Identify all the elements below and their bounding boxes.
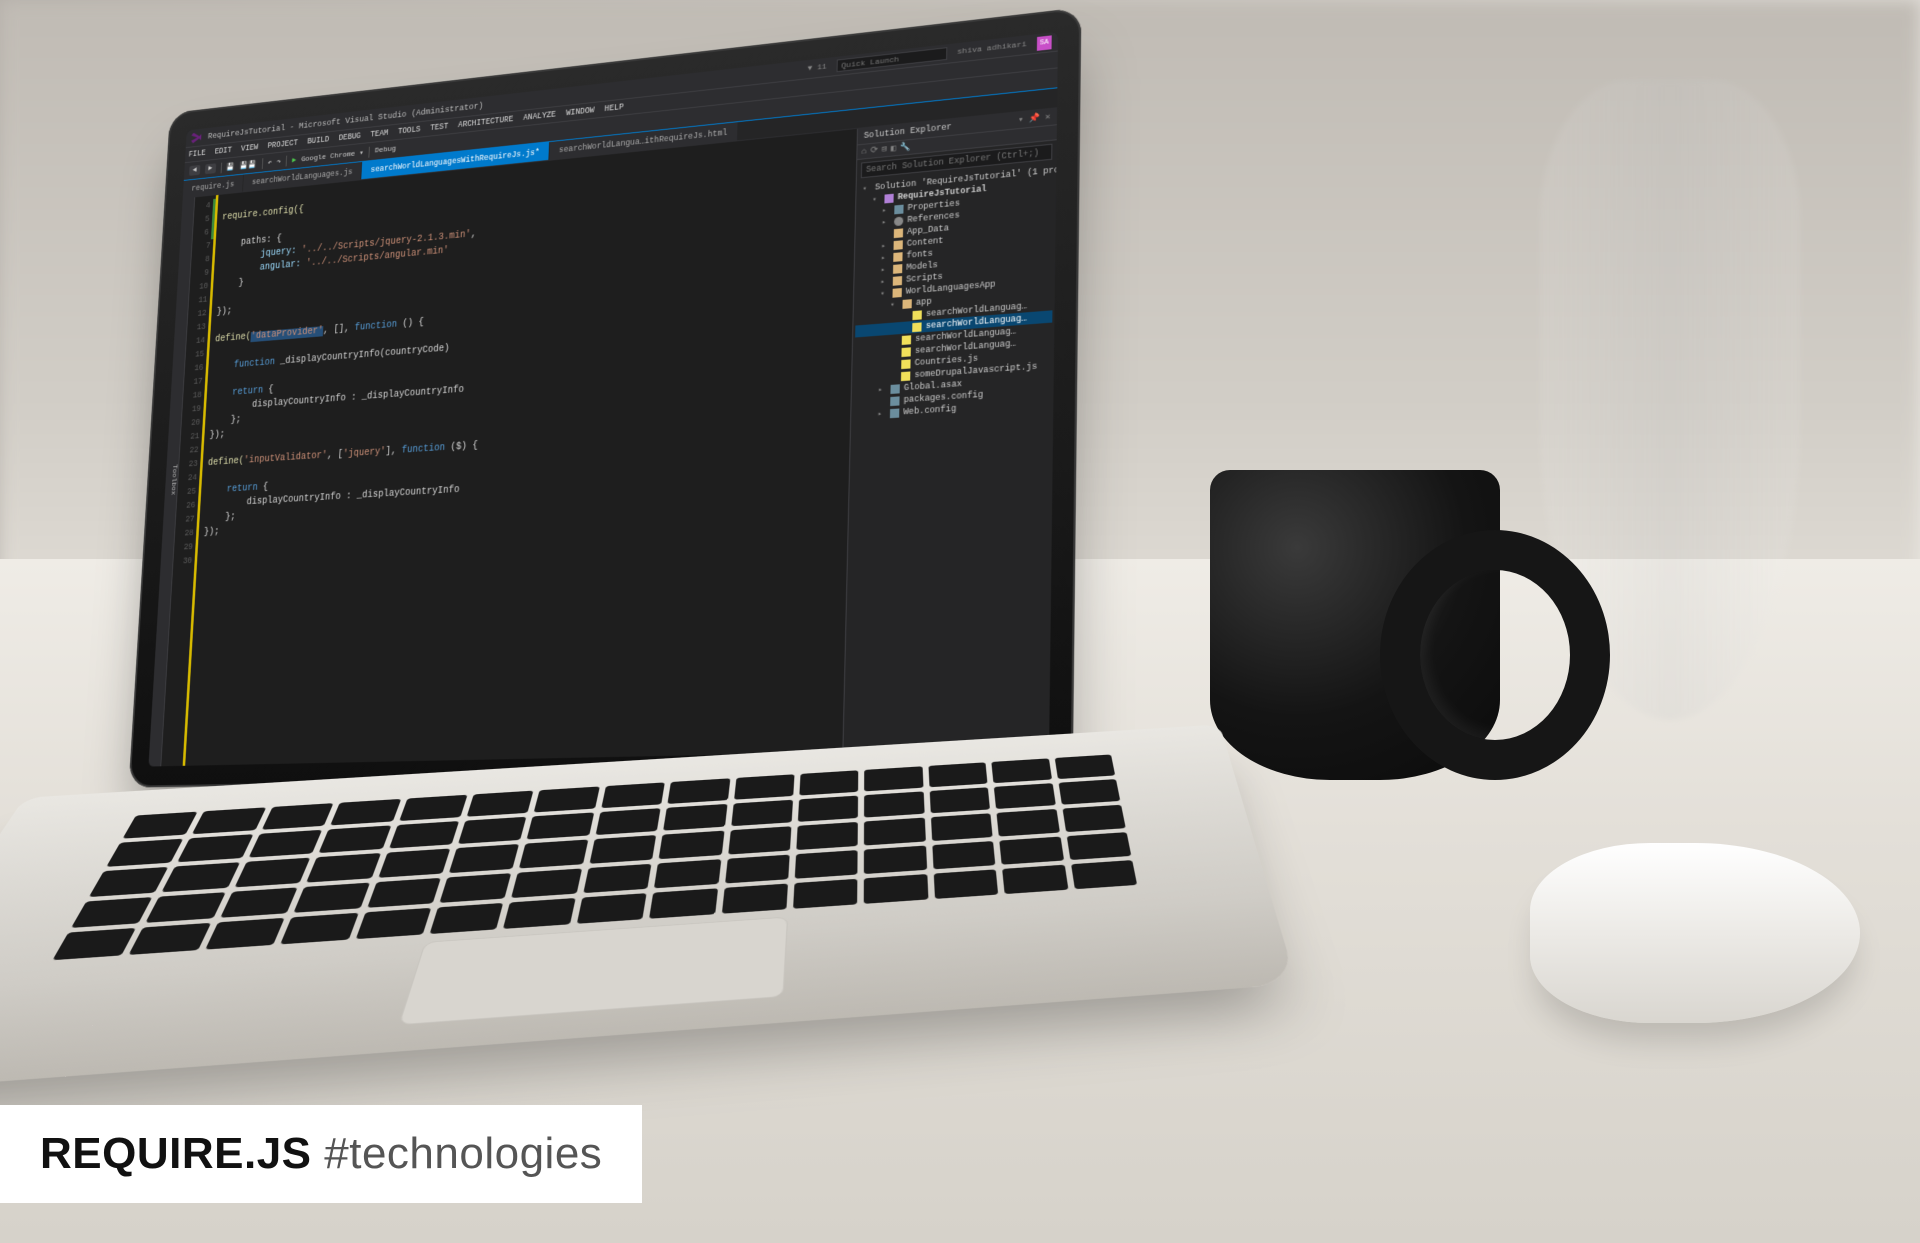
menu-build[interactable]: BUILD: [307, 135, 329, 146]
coffee-mug: [1210, 470, 1500, 780]
code-token: function: [234, 358, 276, 371]
menu-edit[interactable]: EDIT: [214, 146, 232, 157]
home-icon[interactable]: ⌂: [861, 146, 866, 156]
code-token: [212, 388, 233, 400]
refresh-icon[interactable]: ⟳: [870, 145, 877, 156]
code-token: () {: [397, 318, 424, 330]
code-line: });: [209, 430, 225, 441]
user-name[interactable]: shiva adhikari: [957, 40, 1026, 57]
code-token: , [],: [323, 324, 355, 337]
menu-debug[interactable]: DEBUG: [338, 131, 361, 142]
properties-icon[interactable]: 🔧: [900, 142, 911, 153]
code-line: [208, 445, 209, 455]
separator: [286, 155, 287, 166]
code-token: {: [257, 482, 268, 493]
browser-selector[interactable]: Google Chrome ▾: [301, 148, 364, 164]
editor-body: Toolbox 45678910111213141516171819202122…: [148, 108, 1057, 766]
code-token: function: [354, 320, 397, 334]
menu-help[interactable]: HELP: [604, 102, 623, 113]
show-all-icon[interactable]: ◧: [891, 143, 896, 153]
separator: [368, 146, 369, 157]
code-line: });: [216, 307, 232, 318]
menu-project[interactable]: PROJECT: [267, 138, 298, 150]
scene: RequireJsTutorial - Microsoft Visual Stu…: [0, 0, 1920, 1243]
nav-forward-button[interactable]: ►: [205, 163, 216, 174]
image-caption: REQUIRE.JS #technologies: [0, 1105, 642, 1203]
code-line: [216, 321, 217, 331]
menu-analyze[interactable]: ANALYZE: [523, 110, 556, 123]
code-token: define(: [215, 332, 251, 345]
laptop: RequireJsTutorial - Microsoft Visual Stu…: [60, 60, 1240, 1110]
menu-test[interactable]: TEST: [430, 122, 449, 133]
visual-studio-window: RequireJsTutorial - Microsoft Visual Stu…: [148, 32, 1058, 767]
redo-icon[interactable]: ↷: [277, 157, 282, 166]
laptop-screen: RequireJsTutorial - Microsoft Visual Stu…: [148, 32, 1058, 767]
user-avatar[interactable]: SA: [1037, 35, 1052, 50]
code-token: {: [263, 385, 274, 396]
solution-tree[interactable]: ▾Solution 'RequireJsTutorial' (1 proj▾Re…: [843, 162, 1056, 752]
undo-icon[interactable]: ↶: [267, 158, 272, 167]
code-token: return: [232, 386, 263, 398]
trackpad: [398, 917, 788, 1026]
code-token: 'inputValidator': [243, 451, 327, 467]
save-all-icon[interactable]: 💾💾: [240, 159, 257, 170]
laptop-lid: RequireJsTutorial - Microsoft Visual Stu…: [129, 7, 1082, 787]
code-token: [206, 485, 227, 496]
selected-text: 'dataProvider': [250, 326, 323, 342]
code-line: };: [210, 415, 241, 427]
code-token: , [: [327, 450, 343, 461]
code-token: ($) {: [445, 441, 478, 454]
code-editor[interactable]: 4567891011121314151617181920212223242526…: [161, 129, 857, 766]
menu-window[interactable]: WINDOW: [566, 106, 595, 118]
code-line: });: [204, 527, 220, 538]
computer-mouse: [1530, 843, 1860, 1023]
config-selector[interactable]: Debug: [375, 145, 396, 155]
code-token: _displayCountryInfo(countryCode): [275, 344, 450, 368]
collapse-icon[interactable]: ⊟: [882, 144, 887, 154]
code-line: [221, 227, 222, 237]
code-line: [212, 376, 213, 386]
caption-tag: #technologies: [324, 1129, 602, 1178]
menu-team[interactable]: TEAM: [370, 128, 388, 139]
code-line: [214, 349, 215, 359]
code-token: function: [401, 443, 445, 456]
code-token: define(: [208, 456, 244, 468]
code-line: [207, 472, 208, 482]
code-line: require.config({: [222, 205, 304, 223]
caption-title: REQUIRE.JS: [40, 1129, 312, 1178]
code-line: }: [218, 278, 244, 290]
notification-badge[interactable]: ▼ 11: [808, 63, 827, 74]
menu-view[interactable]: VIEW: [241, 143, 259, 154]
code-area[interactable]: require.config({ paths: { jquery: '../..…: [185, 129, 857, 766]
menu-file[interactable]: FILE: [188, 148, 205, 159]
menu-tools[interactable]: TOOLS: [398, 125, 421, 137]
code-token: 'jquery': [343, 447, 386, 460]
separator: [220, 162, 221, 173]
code-token: [213, 361, 234, 373]
code-token: ,: [471, 229, 477, 240]
visual-studio-icon: [191, 132, 202, 144]
save-icon[interactable]: 💾: [226, 162, 235, 172]
code-line: [217, 294, 218, 304]
separator: [261, 158, 262, 169]
start-debug-button[interactable]: ▶: [292, 155, 297, 164]
code-token: return: [226, 483, 258, 495]
pin-icon[interactable]: ▾ 📌 ✕: [1018, 112, 1051, 125]
code-token: ],: [385, 446, 402, 457]
nav-back-button[interactable]: ◄: [189, 165, 200, 176]
code-line: };: [204, 512, 235, 524]
solution-explorer-panel[interactable]: Solution Explorer ▾ 📌 ✕ ⌂ ⟳ ⊟ ◧ 🔧: [842, 108, 1057, 752]
